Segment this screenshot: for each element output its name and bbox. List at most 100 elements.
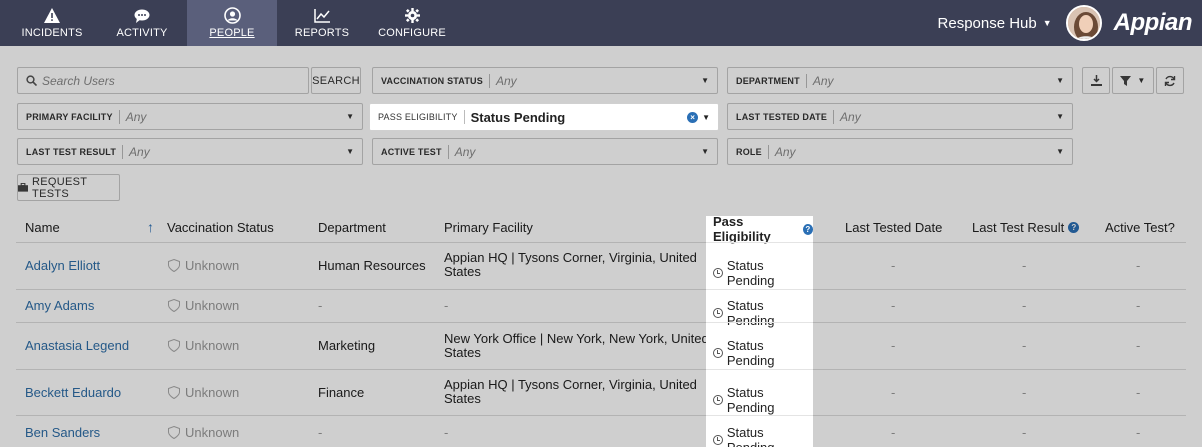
pass-eligibility-column: Pass Eligibility? Status Pending Status … bbox=[706, 214, 813, 447]
nav-incidents[interactable]: INCIDENTS bbox=[7, 0, 97, 46]
facility-cell: Appian HQ | Tysons Corner, Virginia, Uni… bbox=[444, 250, 697, 279]
last-result-cell: - bbox=[1022, 425, 1027, 440]
refresh-icon bbox=[1164, 75, 1176, 86]
chevron-down-icon: ▼ bbox=[346, 112, 354, 121]
divider bbox=[16, 242, 1186, 243]
last-tested-date-label: LAST TESTED DATE bbox=[736, 111, 828, 122]
filter-menu-button[interactable]: ▼ bbox=[1112, 67, 1154, 94]
last-result-cell: - bbox=[1022, 258, 1027, 273]
table-row-name[interactable]: Adalyn Elliott bbox=[25, 258, 100, 273]
table-row-name[interactable]: Beckett Eduardo bbox=[25, 385, 121, 400]
primary-facility-filter[interactable]: PRIMARY FACILITY Any ▼ bbox=[17, 103, 363, 130]
vaccination-status: Unknown bbox=[168, 258, 239, 273]
role-filter[interactable]: ROLE Any ▼ bbox=[727, 138, 1073, 165]
search-input[interactable]: Search Users bbox=[17, 67, 309, 94]
facility-cell: - bbox=[444, 425, 449, 440]
col-header-name[interactable]: Name bbox=[25, 212, 60, 242]
last-tested-date-filter[interactable]: LAST TESTED DATE Any ▼ bbox=[727, 103, 1073, 130]
download-icon bbox=[1090, 75, 1102, 86]
table-row-name[interactable]: Amy Adams bbox=[25, 298, 94, 313]
active-test-filter[interactable]: ACTIVE TEST Any ▼ bbox=[372, 138, 718, 165]
person-icon bbox=[223, 7, 241, 24]
sort-ascending-icon[interactable]: ↑ bbox=[147, 212, 154, 242]
nav-reports[interactable]: REPORTS bbox=[277, 0, 367, 46]
table-row-name[interactable]: Anastasia Legend bbox=[25, 338, 129, 353]
search-icon bbox=[26, 75, 37, 86]
last-test-result-filter[interactable]: LAST TEST RESULT Any ▼ bbox=[17, 138, 363, 165]
last-tested-cell: - bbox=[891, 385, 896, 400]
top-nav: INCIDENTS ACTIVITY PEOPLE REPORTS CONFIG… bbox=[0, 0, 1202, 46]
divider bbox=[16, 289, 1186, 290]
primary-facility-value: Any bbox=[125, 109, 147, 124]
col-header-last-result[interactable]: Last Test Result? bbox=[972, 212, 1080, 242]
search-button[interactable]: SEARCH bbox=[311, 67, 361, 94]
nav-configure[interactable]: CONFIGURE bbox=[367, 0, 457, 46]
active-test-cell: - bbox=[1136, 385, 1141, 400]
filter-icon bbox=[1120, 75, 1132, 86]
chevron-down-icon: ▼ bbox=[1137, 76, 1146, 85]
avatar[interactable] bbox=[1065, 5, 1102, 41]
department-cell: Marketing bbox=[318, 338, 376, 353]
request-tests-button[interactable]: REQUEST TESTS bbox=[17, 174, 120, 201]
download-button[interactable] bbox=[1082, 67, 1110, 94]
shield-icon bbox=[168, 299, 180, 312]
facility-cell: Appian HQ | Tysons Corner, Virginia, Uni… bbox=[444, 377, 697, 406]
col-header-last-tested[interactable]: Last Tested Date bbox=[845, 212, 942, 242]
nav-people[interactable]: PEOPLE bbox=[187, 0, 277, 46]
last-result-cell: - bbox=[1022, 385, 1027, 400]
role-label: ROLE bbox=[736, 146, 762, 157]
clock-icon bbox=[713, 435, 723, 445]
refresh-button[interactable] bbox=[1156, 67, 1184, 94]
shield-icon bbox=[168, 426, 180, 439]
vaccination-status: Unknown bbox=[168, 298, 239, 313]
col-header-department[interactable]: Department bbox=[318, 212, 386, 242]
clock-icon bbox=[713, 348, 723, 358]
department-filter[interactable]: DEPARTMENT Any ▼ bbox=[727, 67, 1073, 94]
briefcase-icon bbox=[18, 183, 29, 192]
table-row-name[interactable]: Ben Sanders bbox=[25, 425, 100, 440]
shield-icon bbox=[168, 339, 180, 352]
col-header-pass-eligibility[interactable]: Pass Eligibility? bbox=[713, 214, 813, 244]
divider bbox=[706, 369, 813, 370]
chevron-down-icon: ▼ bbox=[346, 147, 354, 156]
chat-icon bbox=[134, 7, 150, 24]
chevron-down-icon: ▼ bbox=[701, 147, 709, 156]
divider bbox=[706, 415, 813, 416]
shield-icon bbox=[168, 386, 180, 399]
last-tested-cell: - bbox=[891, 338, 896, 353]
response-hub-label: Response Hub bbox=[937, 14, 1037, 32]
last-tested-date-value: Any bbox=[840, 109, 861, 124]
vaccination-status-value: Any bbox=[495, 73, 517, 88]
last-result-cell: - bbox=[1022, 298, 1027, 313]
last-result-cell: - bbox=[1022, 338, 1027, 353]
department-value: Any bbox=[812, 73, 834, 88]
chevron-down-icon: ▼ bbox=[702, 112, 710, 122]
nav-reports-label: REPORTS bbox=[294, 27, 350, 39]
response-hub-menu[interactable]: Response Hub ▼ bbox=[938, 15, 1052, 32]
help-icon[interactable]: ? bbox=[802, 223, 813, 235]
appian-logo: Appian bbox=[1113, 9, 1193, 36]
pass-eligibility-value: Status Pending bbox=[470, 109, 566, 125]
col-header-vaccination[interactable]: Vaccination Status bbox=[167, 212, 274, 242]
nav-people-label: PEOPLE bbox=[209, 27, 255, 39]
col-header-facility[interactable]: Primary Facility bbox=[444, 212, 533, 242]
divider bbox=[706, 242, 813, 243]
pass-eligibility-filter[interactable]: PASS ELIGIBILITY Status Pending × ▼ bbox=[369, 103, 719, 131]
clock-icon bbox=[713, 308, 723, 318]
last-test-result-label: LAST TEST RESULT bbox=[26, 146, 117, 157]
last-tested-cell: - bbox=[891, 298, 896, 313]
pass-eligibility-cell: Status Pending bbox=[713, 298, 813, 328]
search-placeholder: Search Users bbox=[42, 73, 115, 88]
clear-icon[interactable]: × bbox=[687, 111, 699, 123]
nav-incidents-label: INCIDENTS bbox=[21, 27, 83, 39]
col-header-active-test[interactable]: Active Test? bbox=[1105, 212, 1175, 242]
help-icon[interactable]: ? bbox=[1068, 221, 1080, 233]
department-cell: Finance bbox=[318, 385, 365, 400]
vaccination-status-filter[interactable]: VACCINATION STATUS Any ▼ bbox=[372, 67, 718, 94]
nav-activity[interactable]: ACTIVITY bbox=[97, 0, 187, 46]
active-test-value: Any bbox=[454, 144, 476, 159]
department-cell: - bbox=[318, 425, 323, 440]
divider bbox=[16, 369, 1186, 370]
chevron-down-icon: ▼ bbox=[1056, 76, 1064, 85]
last-tested-cell: - bbox=[891, 258, 896, 273]
